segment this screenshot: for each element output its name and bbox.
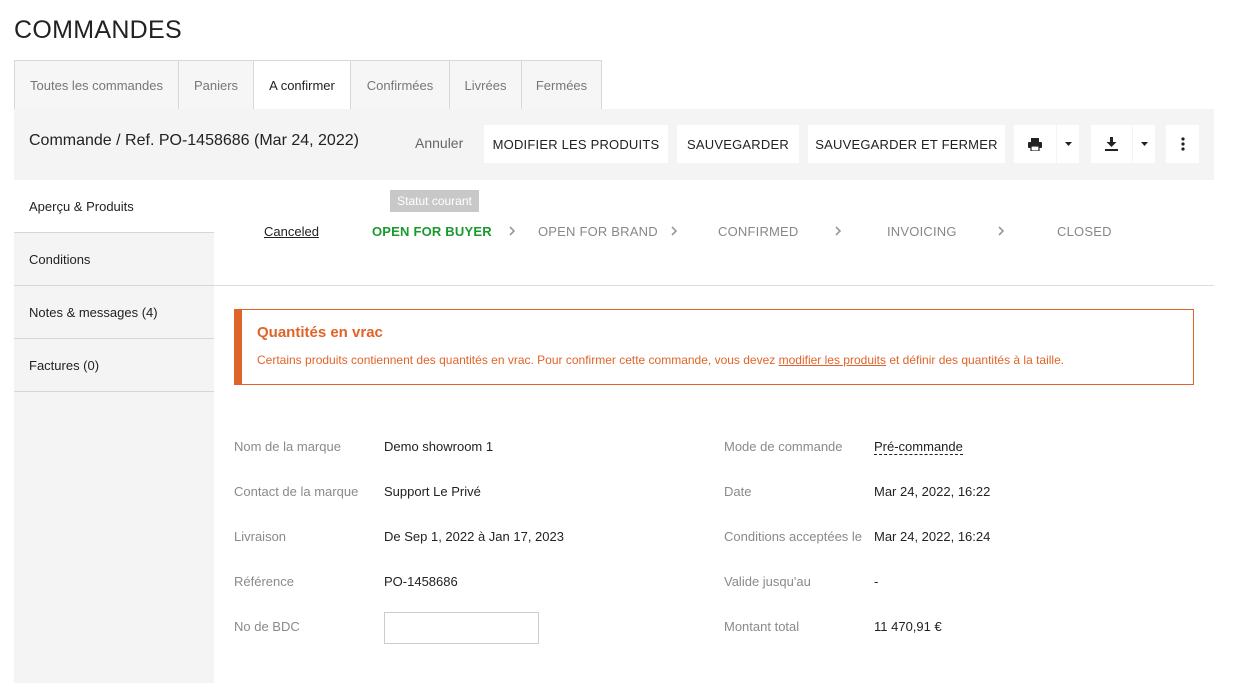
tab-confirmed[interactable]: Confirmées: [350, 60, 449, 110]
tab-baskets[interactable]: Paniers: [178, 60, 253, 110]
delivery-value: De Sep 1, 2022 à Jan 17, 2023: [384, 529, 564, 544]
chevron-right-icon: [997, 224, 1005, 236]
valid-until-label: Valide jusqu'au: [724, 574, 811, 589]
po-number-label: No de BDC: [234, 619, 300, 634]
sidebar-item-conditions[interactable]: Conditions: [14, 233, 214, 286]
reference-label: Référence: [234, 574, 294, 589]
status-step-open-for-buyer: OPEN FOR BUYER: [372, 224, 492, 239]
alert-text-before: Certains produits contiennent des quanti…: [257, 353, 779, 367]
modify-products-button[interactable]: MODIFIER LES PRODUITS: [484, 125, 668, 163]
sidebar-item-notes-messages[interactable]: Notes & messages (4): [14, 286, 214, 339]
status-step-invoicing: INVOICING: [887, 224, 957, 239]
date-label: Date: [724, 484, 752, 499]
tab-all-orders[interactable]: Toutes les commandes: [14, 60, 178, 110]
order-status-tabs: Toutes les commandes Paniers A confirmer…: [14, 60, 602, 110]
valid-until-value: -: [874, 574, 879, 589]
date-value: Mar 24, 2022, 16:22: [874, 484, 991, 499]
cancel-link[interactable]: Annuler: [415, 135, 463, 151]
download-icon: [1105, 137, 1118, 151]
download-options-dropdown[interactable]: [1133, 125, 1155, 163]
page-title: COMMANDES: [14, 16, 182, 44]
current-status-tooltip: Statut courant: [390, 190, 479, 212]
save-close-button[interactable]: SAUVEGARDER ET FERMER: [808, 125, 1005, 163]
brand-contact-label: Contact de la marque: [234, 484, 359, 499]
order-sidebar: Aperçu & Produits Conditions Notes & mes…: [14, 180, 214, 683]
print-options-dropdown[interactable]: [1057, 125, 1079, 163]
download-button[interactable]: [1091, 125, 1132, 163]
order-mode-label: Mode de commande: [724, 439, 843, 454]
caret-down-icon: [1140, 142, 1148, 146]
delivery-label: Livraison: [234, 529, 287, 544]
more-actions-button[interactable]: [1166, 125, 1199, 163]
order-toolbar: Commande / Ref. PO-1458686 (Mar 24, 2022…: [14, 109, 1214, 180]
alert-text-after: et définir des quantités à la taille.: [886, 353, 1065, 367]
status-step-closed: CLOSED: [1057, 224, 1112, 239]
chevron-right-icon: [670, 224, 678, 236]
tab-closed[interactable]: Fermées: [521, 60, 602, 110]
modify-products-link[interactable]: modifier les produits: [779, 353, 886, 367]
order-title: Commande / Ref. PO-1458686 (Mar 24, 2022…: [29, 132, 359, 149]
conditions-accepted-value: Mar 24, 2022, 16:24: [874, 529, 991, 544]
bulk-quantities-alert: Quantités en vrac Certains produits cont…: [234, 309, 1194, 385]
save-button[interactable]: SAUVEGARDER: [677, 125, 799, 163]
print-button[interactable]: [1014, 125, 1056, 163]
order-status-progress: Statut courant Canceled OPEN FOR BUYER O…: [214, 180, 1214, 286]
conditions-accepted-label: Conditions acceptées le: [724, 529, 863, 544]
chevron-right-icon: [834, 224, 842, 236]
total-amount-value: 11 470,91 €: [874, 619, 942, 634]
chevron-right-icon: [508, 224, 516, 236]
brand-name-value: Demo showroom 1: [384, 439, 494, 454]
po-number-input[interactable]: [384, 612, 539, 644]
status-step-confirmed: CONFIRMED: [718, 224, 799, 239]
alert-title: Quantités en vrac: [257, 324, 383, 341]
tab-to-confirm[interactable]: A confirmer: [253, 60, 350, 110]
sidebar-item-overview-products[interactable]: Aperçu & Produits: [14, 180, 214, 233]
status-step-open-for-brand: OPEN FOR BRAND: [538, 224, 658, 239]
brand-contact-value: Support Le Privé: [384, 484, 481, 499]
alert-message: Certains produits contiennent des quanti…: [257, 353, 1064, 367]
more-vertical-icon: [1180, 137, 1185, 151]
sidebar-item-invoices[interactable]: Factures (0): [14, 339, 214, 392]
brand-name-label: Nom de la marque: [234, 439, 341, 454]
caret-down-icon: [1064, 142, 1072, 146]
status-step-canceled[interactable]: Canceled: [264, 224, 319, 239]
tab-delivered[interactable]: Livrées: [449, 60, 521, 110]
total-amount-label: Montant total: [724, 619, 800, 634]
printer-icon: [1028, 137, 1042, 151]
order-mode-value[interactable]: Pré-commande: [874, 439, 963, 455]
reference-value: PO-1458686: [384, 574, 458, 589]
